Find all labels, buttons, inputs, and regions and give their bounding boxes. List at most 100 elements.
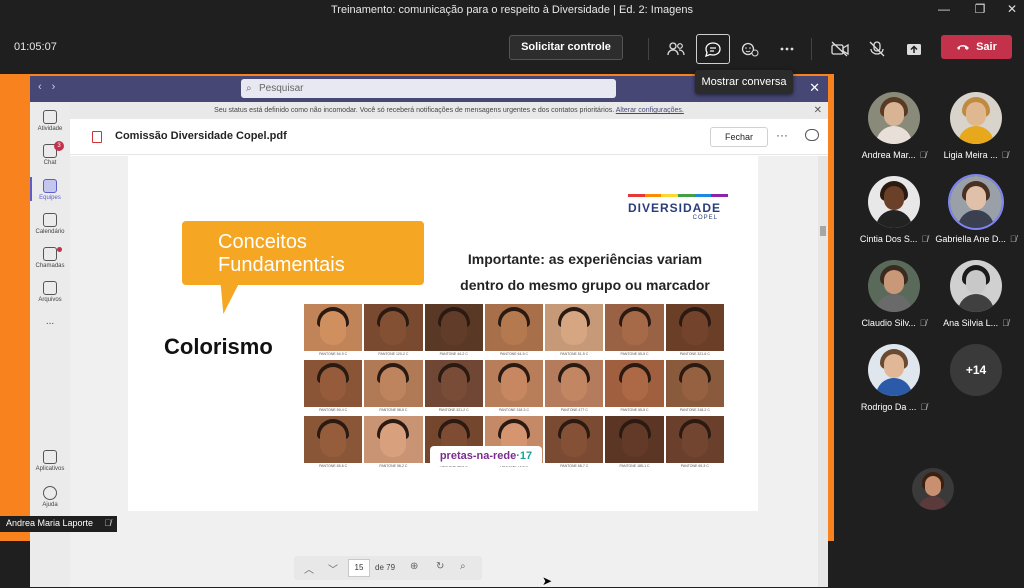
portrait-face: [440, 367, 467, 401]
maximize-icon[interactable]: ❐: [968, 2, 992, 16]
rail-label: Arquivos: [38, 297, 62, 303]
portrait-face: [380, 423, 407, 457]
rail-item-teams[interactable]: Equipes: [30, 179, 70, 201]
rail-label: Ajuda: [42, 502, 58, 508]
nav-arrows-icon[interactable]: ‹›: [38, 81, 65, 93]
presenter-name-tag: Andrea Maria Laporte 🎙̸: [0, 516, 118, 532]
pantone-label: PANTONE 51-5 C: [545, 351, 604, 358]
avatar: [868, 176, 920, 228]
rail-label: Calendário: [35, 229, 65, 235]
close-document-button[interactable]: Fechar: [710, 127, 768, 147]
close-icon[interactable]: ✕: [1000, 2, 1024, 16]
logo-text: DIVERSIDADE: [628, 201, 722, 215]
page-navigation: ︿ ﹀ 15 de 79 ⊕ ↻ ⌕: [294, 556, 482, 580]
rail-item-apps[interactable]: Aplicativos: [30, 450, 70, 472]
pantone-label: PANTONE 321-2 C: [424, 407, 483, 414]
portrait-tile: PANTONE 44-2 C: [424, 304, 483, 358]
pantone-label: PANTONE 69-3 C: [665, 463, 724, 470]
portrait-face: [621, 367, 648, 401]
rotate-icon[interactable]: ↻: [436, 561, 444, 572]
page-total: de 79: [375, 563, 396, 572]
participant-tile[interactable]: Ligia Meira ... 🎙̸: [932, 92, 1020, 160]
search-icon[interactable]: ⌕: [460, 561, 466, 572]
self-view-avatar: [912, 468, 954, 510]
change-settings-link[interactable]: Alterar configurações.: [616, 107, 684, 114]
participant-tile[interactable]: Andrea Mar... 🎙̸: [850, 92, 938, 160]
participant-tile[interactable]: Gabriella Ane D... 🎙̸: [932, 176, 1020, 244]
participant-name: Claudio Silv... 🎙̸: [850, 318, 938, 328]
rail-item-activity[interactable]: Atividade: [30, 110, 70, 132]
request-control-button[interactable]: Solicitar controle: [509, 35, 623, 60]
pantone-label: PANTONE 318-2 C: [665, 407, 724, 414]
important-line: Importante: as experiências variam: [467, 251, 703, 267]
portrait-face: [500, 367, 527, 401]
portrait-face: [380, 367, 407, 401]
important-note: Importante: as experiências variam dentr…: [440, 246, 730, 298]
avatar: [950, 176, 1002, 228]
people-icon[interactable]: [659, 34, 693, 64]
pantone-label: PANTONE 64-5 C: [484, 351, 544, 358]
share-icon[interactable]: [897, 34, 931, 64]
chat-icon[interactable]: [696, 34, 730, 64]
rail-item-chat[interactable]: 3 Chat: [30, 141, 70, 166]
more-icon[interactable]: [770, 34, 804, 64]
rail-item-more[interactable]: ...: [30, 316, 70, 327]
pantone-label: PANTONE 58-5 C: [364, 407, 423, 414]
reactions-icon[interactable]: [733, 34, 767, 64]
rail-item-files[interactable]: Arquivos: [30, 281, 70, 303]
portrait-face: [621, 311, 648, 345]
bubble-line: Fundamentais: [218, 254, 345, 276]
bell-icon: [43, 110, 57, 124]
calendar-icon: [43, 213, 57, 227]
teams-search-input[interactable]: ⌕ Pesquisar: [241, 79, 616, 98]
portrait-face: [561, 423, 588, 457]
participant-tile[interactable]: Ana Silvia L... 🎙̸: [932, 260, 1020, 328]
portrait-face: [320, 423, 347, 457]
leave-button[interactable]: Sair: [941, 35, 1012, 59]
participant-tile[interactable]: Rodrigo Da ... 🎙̸: [850, 344, 938, 412]
close-icon[interactable]: ✕: [814, 102, 822, 119]
portrait-tile: PANTONE 65-5 C: [605, 360, 664, 414]
participant-tile[interactable]: Cintia Dos S... 🎙̸: [850, 176, 938, 244]
pantone-label: PANTONE 65-5 C: [605, 407, 664, 414]
rail-item-calls[interactable]: Chamadas: [30, 247, 70, 269]
minimize-icon[interactable]: —: [932, 2, 956, 16]
pantone-label: PANTONE 477 C: [545, 407, 604, 414]
more-participants-count[interactable]: +14: [950, 344, 1002, 396]
participant-tile[interactable]: Claudio Silv... 🎙̸: [850, 260, 938, 328]
portrait-tile: PANTONE 58-2 C: [364, 416, 423, 470]
close-icon[interactable]: ✕: [809, 80, 820, 96]
slide-page: Conceitos Fundamentais DIVERSIDADE COPEL…: [128, 156, 758, 511]
pantone-label: PANTONE 185-1 C: [605, 463, 664, 470]
portrait-face: [681, 311, 708, 345]
more-participants[interactable]: +14: [932, 344, 1020, 396]
scrollbar-thumb[interactable]: [820, 226, 826, 236]
status-banner: Seu status está definido como não incomo…: [70, 102, 828, 119]
logo-subtext: COPEL: [692, 215, 718, 221]
avatar: [868, 92, 920, 144]
more-options-icon[interactable]: ···: [776, 128, 788, 142]
presenter-name: Andrea Maria Laporte: [6, 518, 94, 528]
mic-off-icon[interactable]: [860, 34, 894, 64]
window-title: Treinamento: comunicação para o respeito…: [331, 4, 693, 16]
chat-badge: 3: [54, 141, 64, 151]
portrait-tile: PANTONE 65-5 C: [605, 304, 664, 358]
portrait-tile: PANTONE 321-6 C: [665, 304, 724, 358]
portrait-tile: PANTONE 58-5 C: [364, 360, 423, 414]
chat-icon[interactable]: [805, 129, 819, 141]
avatar: [868, 344, 920, 396]
slide-heading: Colorismo: [164, 334, 273, 359]
previous-page-icon[interactable]: ︿: [304, 561, 314, 576]
scrollbar[interactable]: [818, 156, 828, 587]
pantone-label: PANTONE 44-2 C: [424, 351, 483, 358]
show-conversation-tooltip: Mostrar conversa: [695, 70, 793, 94]
diversidade-logo: DIVERSIDADE COPEL: [628, 194, 729, 221]
rail-item-calendar[interactable]: Calendário: [30, 213, 70, 235]
next-page-icon[interactable]: ﹀: [328, 561, 338, 576]
page-number-input[interactable]: 15: [348, 559, 370, 577]
rail-item-help[interactable]: Ajuda: [30, 486, 70, 508]
participant-name: Andrea Mar... 🎙̸: [850, 150, 938, 160]
participant-name-text: Ana Silvia L...: [943, 318, 999, 328]
camera-off-icon[interactable]: [823, 34, 857, 64]
zoom-in-icon[interactable]: ⊕: [410, 561, 418, 572]
